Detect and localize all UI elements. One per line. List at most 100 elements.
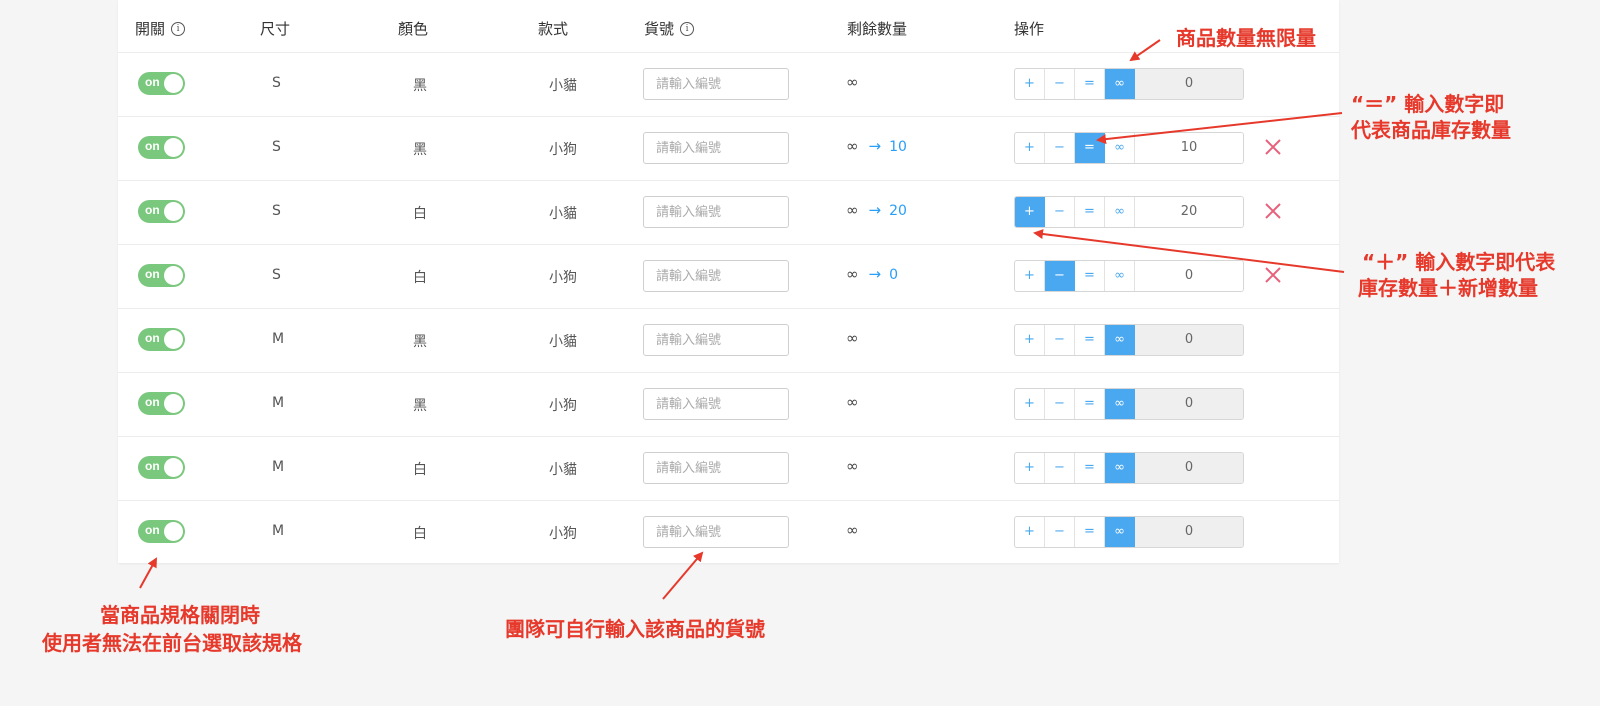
toggle-label: on	[145, 203, 160, 217]
sku-input[interactable]	[643, 68, 789, 100]
enable-toggle[interactable]: on	[138, 136, 185, 159]
header-sku: 貨號 i	[644, 18, 695, 39]
op-plus-button[interactable]: +	[1015, 69, 1045, 99]
op-equal-button[interactable]: =	[1075, 453, 1105, 483]
info-icon[interactable]: i	[171, 21, 186, 36]
arrow-icon: →	[868, 201, 882, 219]
annotation-equal-1: “＝” 輸入數字即	[1351, 92, 1505, 116]
sku-input[interactable]	[643, 196, 789, 228]
stock-operation-group: + − = ∞ 0	[1014, 516, 1244, 548]
op-plus-button[interactable]: +	[1015, 133, 1045, 163]
op-minus-button[interactable]: −	[1045, 389, 1075, 419]
op-equal-button[interactable]: =	[1075, 261, 1105, 291]
enable-toggle[interactable]: on	[138, 456, 185, 479]
close-icon[interactable]	[1261, 263, 1285, 287]
annotation-plus-2: 庫存數量＋新增數量	[1358, 276, 1538, 300]
infinity-symbol: ∞	[846, 457, 859, 475]
table-row: on S 黑 小狗 ∞→10 +−=∞ 10	[118, 116, 1339, 181]
op-infinite-button[interactable]: ∞	[1105, 517, 1135, 547]
enable-toggle[interactable]: on	[138, 72, 185, 95]
op-infinite-button[interactable]: ∞	[1105, 453, 1135, 483]
quantity-input[interactable]: 10	[1135, 133, 1243, 163]
quantity-input[interactable]: 0	[1135, 325, 1243, 355]
op-equal-button[interactable]: =	[1075, 69, 1105, 99]
op-equal-button[interactable]: =	[1075, 133, 1105, 163]
info-icon[interactable]: i	[680, 21, 695, 36]
quantity-input[interactable]: 0	[1135, 69, 1243, 99]
remaining-cell: ∞ → 0	[846, 265, 898, 283]
op-equal-button[interactable]: =	[1075, 325, 1105, 355]
close-icon[interactable]	[1261, 199, 1285, 223]
annotation-equal-2: 代表商品庫存數量	[1351, 118, 1511, 142]
remaining-cell: ∞	[846, 73, 877, 91]
size-cell: M	[272, 331, 285, 347]
op-minus-button[interactable]: −	[1045, 261, 1075, 291]
table-row: on S 黑 小貓 ∞ +−=∞ 0	[118, 52, 1339, 117]
op-minus-button[interactable]: −	[1045, 69, 1075, 99]
infinity-symbol: ∞	[846, 137, 859, 155]
style-cell: 小貓	[549, 78, 577, 94]
quantity-input[interactable]: 0	[1135, 453, 1243, 483]
table-row: on M 白 小貓 ∞ +−=∞ 0	[118, 436, 1339, 501]
header-switch: 開關 i	[135, 18, 186, 39]
op-minus-button[interactable]: −	[1045, 197, 1075, 227]
op-infinite-button[interactable]: ∞	[1105, 133, 1135, 163]
enable-toggle[interactable]: on	[138, 200, 185, 223]
op-infinite-button[interactable]: ∞	[1105, 261, 1135, 291]
color-cell: 白	[413, 462, 427, 478]
stock-operation-group: + − = ∞ 20	[1014, 196, 1244, 228]
remaining-cell: ∞	[846, 393, 877, 411]
toggle-knob	[164, 138, 183, 157]
toggle-knob	[164, 522, 183, 541]
style-cell: 小狗	[549, 526, 577, 542]
enable-toggle[interactable]: on	[138, 328, 185, 351]
toggle-knob	[164, 202, 183, 221]
size-cell: S	[272, 75, 281, 91]
toggle-label: on	[145, 459, 160, 473]
op-equal-button[interactable]: =	[1075, 389, 1105, 419]
quantity-input[interactable]: 0	[1135, 389, 1243, 419]
op-plus-button[interactable]: +	[1015, 517, 1045, 547]
op-infinite-button[interactable]: ∞	[1105, 69, 1135, 99]
stock-operation-group: + − = ∞ 0	[1014, 452, 1244, 484]
op-plus-button[interactable]: +	[1015, 389, 1045, 419]
op-plus-button[interactable]: +	[1015, 261, 1045, 291]
sku-input[interactable]	[643, 324, 789, 356]
annotation-plus-1: “＋” 輸入數字即代表	[1362, 250, 1556, 274]
header-style: 款式	[538, 20, 569, 38]
op-minus-button[interactable]: −	[1045, 325, 1075, 355]
quantity-input[interactable]: 0	[1135, 261, 1243, 291]
op-plus-button[interactable]: +	[1015, 325, 1045, 355]
op-equal-button[interactable]: =	[1075, 517, 1105, 547]
op-plus-button[interactable]: +	[1015, 197, 1045, 227]
stock-operation-group: + − = ∞ 0	[1014, 68, 1244, 100]
toggle-knob	[164, 74, 183, 93]
sku-input[interactable]	[643, 388, 789, 420]
quantity-input[interactable]: 20	[1135, 197, 1243, 227]
enable-toggle[interactable]: on	[138, 264, 185, 287]
toggle-label: on	[145, 139, 160, 153]
sku-input[interactable]	[643, 260, 789, 292]
infinity-symbol: ∞	[846, 201, 859, 219]
op-infinite-button[interactable]: ∞	[1105, 389, 1135, 419]
size-cell: S	[272, 203, 281, 219]
op-infinite-button[interactable]: ∞	[1105, 197, 1135, 227]
op-minus-button[interactable]: −	[1045, 453, 1075, 483]
op-plus-button[interactable]: +	[1015, 453, 1045, 483]
sku-input[interactable]	[643, 452, 789, 484]
sku-input[interactable]	[643, 132, 789, 164]
enable-toggle[interactable]: on	[138, 392, 185, 415]
color-cell: 黑	[413, 398, 427, 414]
op-equal-button[interactable]: =	[1075, 197, 1105, 227]
sku-input[interactable]	[643, 516, 789, 548]
op-minus-button[interactable]: −	[1045, 517, 1075, 547]
enable-toggle[interactable]: on	[138, 520, 185, 543]
op-minus-button[interactable]: −	[1045, 133, 1075, 163]
close-icon[interactable]	[1261, 135, 1285, 159]
header-remaining: 剩餘數量	[847, 20, 908, 38]
size-cell: S	[272, 267, 281, 283]
infinity-symbol: ∞	[846, 265, 859, 283]
quantity-input[interactable]: 0	[1135, 517, 1243, 547]
op-infinite-button[interactable]: ∞	[1105, 325, 1135, 355]
toggle-knob	[164, 330, 183, 349]
